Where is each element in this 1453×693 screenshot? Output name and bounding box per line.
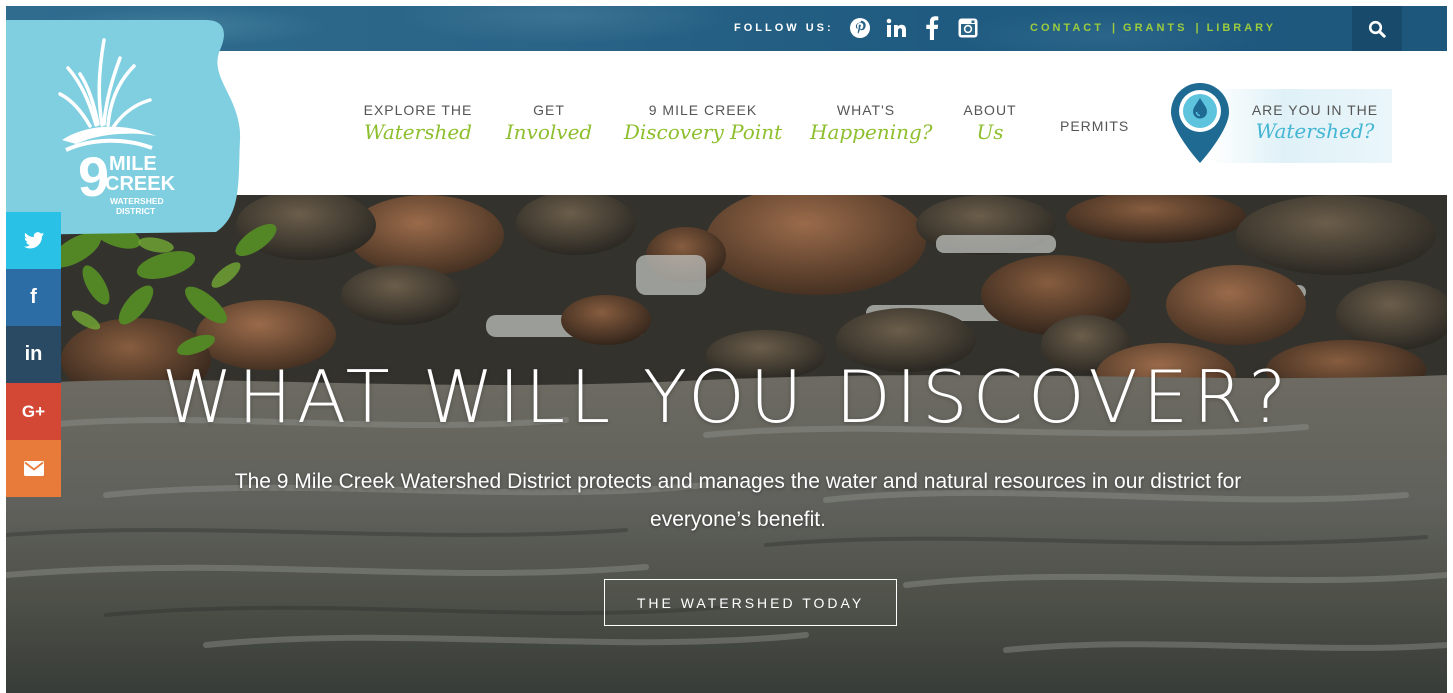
google-plus-icon: G+ xyxy=(21,401,46,421)
facebook-icon[interactable] xyxy=(920,16,944,40)
search-icon xyxy=(1368,20,1386,38)
nav-label-script: Us xyxy=(976,120,1004,144)
linkedin-icon[interactable] xyxy=(884,16,908,40)
hero-title: WHAT WILL YOU DISCOVER? xyxy=(161,355,1292,439)
svg-text:WATERSHED: WATERSHED xyxy=(110,196,164,206)
are-you-in-watershed-button[interactable]: ARE YOU IN THE Watershed? xyxy=(1168,81,1392,166)
nav-label-top: 9 MILE CREEK xyxy=(648,102,758,118)
nav-discovery-point[interactable]: 9 MILE CREEK Discovery Point xyxy=(618,101,788,145)
follow-us-label: FOLLOW US: xyxy=(734,22,834,34)
pinterest-icon[interactable] xyxy=(848,16,872,40)
search-button[interactable] xyxy=(1352,6,1402,51)
nav-label-top: EXPLORE THE xyxy=(363,102,473,118)
nav-label-top: WHAT'S xyxy=(836,102,896,118)
nav-label-script: Happening? xyxy=(810,120,933,144)
utility-links: CONTACT | GRANTS | LIBRARY xyxy=(1030,6,1276,51)
nav-get-involved[interactable]: GET Involved xyxy=(505,101,593,145)
nav-about-us[interactable]: ABOUT Us xyxy=(954,101,1026,145)
page-frame: FOLLOW US: CONTACT | GRANTS | LIBRARY EX… xyxy=(6,6,1447,693)
library-link[interactable]: LIBRARY xyxy=(1207,6,1276,51)
nav-label-top: ABOUT xyxy=(963,102,1017,118)
share-facebook-button[interactable]: f xyxy=(6,269,61,326)
grants-link[interactable]: GRANTS xyxy=(1123,6,1187,51)
nav-explore-watershed[interactable]: EXPLORE THE Watershed xyxy=(358,101,478,145)
nav-label-script: Discovery Point xyxy=(623,120,783,144)
location-pin-icon xyxy=(1171,83,1229,163)
hero-subtitle: The 9 Mile Creek Watershed District prot… xyxy=(234,470,1242,531)
instagram-icon[interactable] xyxy=(956,16,980,40)
follow-social-icons xyxy=(848,15,980,41)
cta-text: ARE YOU IN THE Watershed? xyxy=(1245,101,1385,143)
nav-label-script: Involved xyxy=(505,120,593,144)
email-icon xyxy=(23,461,44,476)
svg-text:CREEK: CREEK xyxy=(105,173,176,195)
nav-label-script: Watershed xyxy=(364,120,472,144)
share-sidebar: f in G+ xyxy=(6,212,61,497)
facebook-icon: f xyxy=(30,286,37,308)
nav-whats-happening[interactable]: WHAT'S Happening? xyxy=(810,101,933,145)
linkedin-icon: in xyxy=(24,343,43,365)
utility-separator: | xyxy=(1111,22,1116,34)
svg-text:DISTRICT: DISTRICT xyxy=(116,206,156,216)
cta-label-script: Watershed? xyxy=(1255,119,1375,143)
share-google-plus-button[interactable]: G+ xyxy=(6,383,61,440)
watershed-today-button[interactable]: THE WATERSHED TODAY xyxy=(604,579,897,626)
utility-separator: | xyxy=(1195,22,1199,34)
nav-label-top: GET xyxy=(533,102,565,118)
nav-permits[interactable]: PERMITS xyxy=(1060,118,1129,134)
share-twitter-button[interactable] xyxy=(6,212,61,269)
twitter-icon xyxy=(23,232,44,249)
logo-graphic: 9 MILE CREEK WATERSHED DISTRICT xyxy=(6,20,241,235)
share-linkedin-button[interactable]: in xyxy=(6,326,61,383)
share-email-button[interactable] xyxy=(6,440,61,497)
svg-text:MILE: MILE xyxy=(109,153,157,175)
hero-banner: WHAT WILL YOU DISCOVER? The 9 Mile Creek… xyxy=(6,195,1447,693)
cta-label-top: ARE YOU IN THE xyxy=(1251,102,1379,118)
contact-link[interactable]: CONTACT xyxy=(1030,6,1104,51)
site-logo[interactable]: 9 MILE CREEK WATERSHED DISTRICT xyxy=(6,20,246,235)
